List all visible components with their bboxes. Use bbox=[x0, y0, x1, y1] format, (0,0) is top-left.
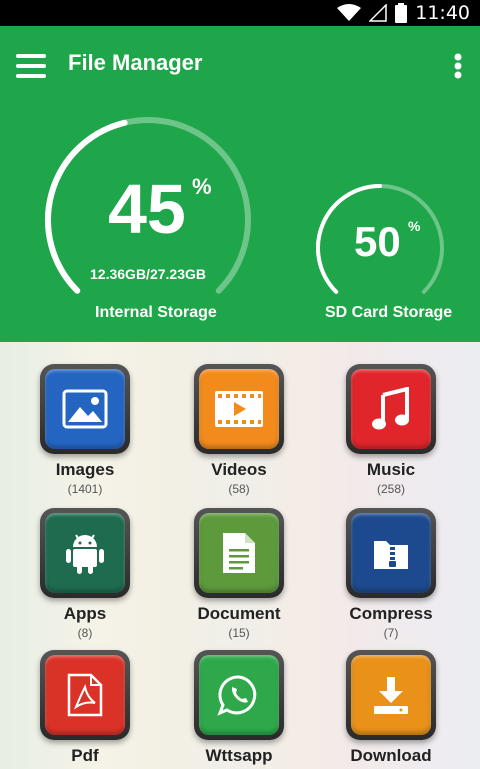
internal-percent-sign: % bbox=[192, 174, 212, 199]
apps-label: Apps bbox=[63, 604, 107, 623]
pdf-icon bbox=[67, 673, 103, 717]
battery-icon bbox=[395, 3, 408, 23]
compress-tile[interactable] bbox=[346, 508, 436, 598]
zip-folder-icon bbox=[374, 541, 408, 569]
download-icon bbox=[374, 677, 408, 714]
apps-count: (8) bbox=[77, 626, 93, 640]
sd-percent-sign: % bbox=[408, 218, 421, 234]
hamburger-menu-icon[interactable] bbox=[16, 54, 46, 78]
sd-card-storage-label: SD Card Storage bbox=[325, 304, 453, 321]
internal-storage-percent: 45 bbox=[108, 170, 186, 248]
video-icon bbox=[215, 391, 263, 427]
wifi-icon bbox=[337, 4, 362, 21]
sd-card-storage-gauge[interactable]: 50 % bbox=[312, 182, 448, 298]
pdf-label: Pdf bbox=[71, 746, 99, 765]
videos-tile[interactable] bbox=[194, 364, 284, 454]
category-grid: Images (1401) Videos (58) Music (258) Ap… bbox=[0, 342, 480, 769]
compress-count: (7) bbox=[383, 626, 399, 640]
whatsapp-label: Wttsapp bbox=[205, 746, 273, 765]
images-tile[interactable] bbox=[40, 364, 130, 454]
file-manager-app: File Manager 45 % 12.36GB/27.23GB Intern… bbox=[0, 26, 480, 769]
status-bar: 11:40 bbox=[0, 0, 480, 26]
download-label: Download bbox=[350, 746, 432, 765]
image-icon bbox=[62, 389, 108, 429]
videos-label: Videos bbox=[211, 460, 267, 479]
music-label: Music bbox=[366, 460, 416, 479]
compress-label: Compress bbox=[349, 604, 433, 623]
android-icon bbox=[66, 534, 104, 574]
storage-header: File Manager 45 % 12.36GB/27.23GB Intern… bbox=[0, 26, 480, 342]
whatsapp-icon bbox=[217, 675, 257, 716]
images-label: Images bbox=[55, 460, 115, 479]
internal-storage-label: Internal Storage bbox=[95, 304, 217, 321]
document-tile[interactable] bbox=[194, 508, 284, 598]
sd-storage-percent: 50 bbox=[354, 218, 401, 265]
music-note-icon bbox=[372, 387, 409, 430]
apps-tile[interactable] bbox=[40, 508, 130, 598]
internal-storage-usage: 12.36GB/27.23GB bbox=[90, 266, 206, 282]
document-count: (15) bbox=[228, 626, 250, 640]
more-vert-icon[interactable] bbox=[454, 53, 462, 79]
videos-count: (58) bbox=[228, 482, 250, 496]
app-title: File Manager bbox=[68, 50, 203, 75]
status-time: 11:40 bbox=[415, 2, 470, 24]
music-tile[interactable] bbox=[346, 364, 436, 454]
music-count: (258) bbox=[376, 482, 405, 496]
cell-signal-icon bbox=[369, 4, 387, 22]
download-tile[interactable] bbox=[346, 650, 436, 740]
pdf-tile[interactable] bbox=[40, 650, 130, 740]
images-count: (1401) bbox=[67, 482, 103, 496]
document-icon bbox=[223, 533, 255, 573]
document-label: Document bbox=[197, 604, 281, 623]
whatsapp-tile[interactable] bbox=[194, 650, 284, 740]
internal-storage-gauge[interactable]: 45 % 12.36GB/27.23GB bbox=[38, 114, 258, 304]
toolbar: File Manager bbox=[0, 26, 480, 106]
